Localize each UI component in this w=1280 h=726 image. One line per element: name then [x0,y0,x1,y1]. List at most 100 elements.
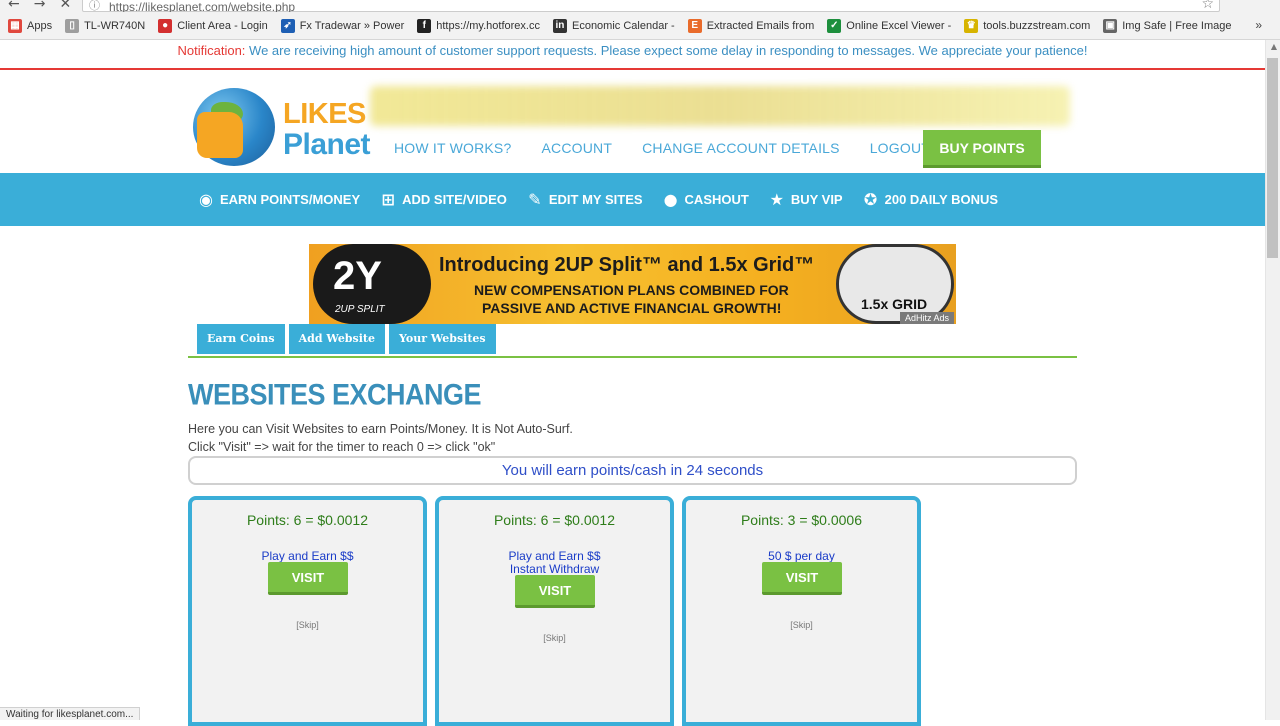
bookmark-label: TL-WR740N [84,19,146,32]
nav-item-label: EARN POINTS/MONEY [220,192,361,207]
address-bar[interactable]: ⓘ https://likesplanet.com/website.php [82,0,1220,14]
logo-planet-text: Planet [283,128,371,161]
nav-item-label: ADD SITE/VIDEO [402,192,507,207]
skip-link[interactable]: [Skip] [439,633,670,643]
bookmark-icon: in [552,18,567,33]
visit-button[interactable]: VISIT [268,562,348,595]
instructions-line-1: Here you can Visit Websites to earn Poin… [188,422,573,436]
bookmark-icon: E [687,18,702,33]
bookmark-item[interactable]: in Economic Calendar - [552,18,675,33]
adhitz-banner-ad[interactable]: 2Y 2UP SPLIT Introducing 2UP Split™ and … [309,244,956,324]
bookmark-icon: ▣ [1103,18,1118,33]
visit-button[interactable]: VISIT [515,575,595,608]
main-nav-bar: ◉ EARN POINTS/MONEY ⊞ ADD SITE/VIDEO ✎ EDIT M… [0,173,1265,226]
bookmark-label: Online Excel Viewer - [846,19,952,32]
tab-add-website[interactable]: Add Website [288,324,385,354]
browser-toolbar: ← → ✕ ⓘ https://likesplanet.com/website.ph… [0,0,1280,14]
bookmark-icon: ♛ [964,18,979,33]
bookmark-label: Client Area - Login [177,19,268,32]
tab-earn-coins[interactable]: Earn Coins [197,324,285,354]
grid-logo-text: 1.5x GRID [861,296,928,312]
tab-bar: Earn Coins Add Website Your Websites [197,324,500,354]
card-points: Points: 6 = $0.0012 [493,512,616,528]
back-arrow-icon[interactable]: ← [8,0,20,12]
banner-headline: Introducing 2UP Split™ and 1.5x Grid™ [439,254,815,276]
edit-icon: ✎ [528,190,542,209]
stop-loading-icon[interactable]: ✕ [59,0,71,12]
blurred-ad-banner [370,86,1070,126]
visit-button[interactable]: VISIT [762,562,842,595]
nav-item[interactable]: ● CASHOUT [661,190,749,210]
bookmark-item[interactable]: ● Client Area - Login [158,18,268,33]
bookmark-item[interactable]: ➶ Fx Tradewar » Power [280,18,405,33]
bookmark-icon: ▯ [65,18,80,33]
bookmark-item[interactable]: ▯ TL-WR740N [65,18,146,33]
bookmark-item[interactable]: f https://my.hotforex.cc [417,18,540,33]
website-card: Points: 6 = $0.0012 Play and Earn $$ VIS… [188,496,427,726]
tab-your-websites[interactable]: Your Websites [388,324,496,354]
nav-item[interactable]: ◉ EARN POINTS/MONEY [196,190,360,210]
piggy-bank-icon: ● [663,190,678,209]
banner-line-3: PASSIVE AND ACTIVE FINANCIAL GROWTH! [482,300,782,316]
bookmark-icon: ● [158,18,173,33]
likesplanet-logo[interactable]: LIKES Planet [193,88,375,168]
menu-account[interactable]: ACCOUNT [541,140,612,156]
website-card: Points: 6 = $0.0012 Play and Earn $$ Ins… [435,496,674,726]
bookmark-icon: ➶ [280,18,295,33]
scrollbar-thumb[interactable] [1267,58,1278,258]
nav-item-label: EDIT MY SITES [548,192,643,207]
bookmark-item[interactable]: E Extracted Emails from [687,18,815,33]
nav-item[interactable]: ✎ EDIT MY SITES [525,190,643,210]
nav-item[interactable]: ⊞ ADD SITE/VIDEO [378,190,507,210]
menu-logout[interactable]: LOGOUT [870,140,930,156]
medal-icon: ✪ [863,190,878,209]
skip-link[interactable]: [Skip] [192,620,423,630]
timer-message: You will earn points/cash in 24 seconds [188,456,1077,485]
skip-link[interactable]: [Skip] [686,620,917,630]
bookmark-item[interactable]: ▣ Img Safe | Free Image [1103,18,1232,33]
bookmark-item[interactable]: ▦ Apps [8,18,53,33]
notification-label: Notification: [177,43,246,58]
bookmark-label: tools.buzzstream.com [983,19,1091,32]
more-bookmarks-icon[interactable]: » [1255,18,1262,32]
browser-status-bar: Waiting for likesplanet.com... [0,707,141,720]
nav-buttons: ← → ✕ [8,0,85,12]
notification-message: We are receiving high amount of customer… [249,43,1088,58]
scroll-up-icon[interactable]: ▲ [1271,42,1277,51]
page-scrollbar[interactable]: ▲ [1265,40,1280,720]
nav-item-label: 200 DAILY BONUS [884,192,999,207]
instructions-line-2: Click "Visit" => wait for the timer to r… [188,440,496,454]
notification-bar: Notification: We are receiving high amou… [0,40,1265,70]
forward-arrow-icon[interactable]: → [34,0,46,12]
bookmark-label: Fx Tradewar » Power [299,19,405,32]
bookmark-icon: ✓ [827,18,842,33]
menu-how-it-works[interactable]: HOW IT WORKS? [394,140,511,156]
nav-item[interactable]: ★ BUY VIP [767,190,843,210]
bookmark-item[interactable]: ✓ Online Excel Viewer - [827,18,952,33]
coins-icon: ◉ [199,190,213,209]
2up-logo-subtext: 2UP SPLIT [335,304,385,315]
bookmark-label: Extracted Emails from [706,19,815,32]
nav-item[interactable]: ✪ 200 DAILY BONUS [861,190,998,210]
banner-line-2: NEW COMPENSATION PLANS COMBINED FOR [474,282,789,298]
top-menu: HOW IT WORKS? ACCOUNT CHANGE ACCOUNT DET… [394,140,960,156]
bookmark-label: https://my.hotforex.cc [436,19,540,32]
bookmarks-bar: ▦ Apps ▯ TL-WR740N ● Client Area - Login ➶ Fx T… [0,12,1280,40]
nav-item-label: BUY VIP [790,192,843,207]
thumbs-up-icon [197,112,243,158]
card-title[interactable]: Play and Earn $$ Instant Withdraw [439,550,670,576]
buy-points-button[interactable]: BUY POINTS [923,130,1041,168]
bookmark-star-icon[interactable]: ☆ [1201,0,1214,12]
ad-label[interactable]: AdHitz Ads [899,312,954,324]
menu-change-account-details[interactable]: CHANGE ACCOUNT DETAILS [642,140,840,156]
2up-logo-text: 2Y [333,254,382,298]
page-title: WEBSITES EXCHANGE [188,378,482,411]
logo-likes-text: LIKES [283,98,366,130]
bookmark-label: Apps [27,19,53,32]
bookmark-icon: f [417,18,432,33]
bookmark-item[interactable]: ♛ tools.buzzstream.com [964,18,1091,33]
bookmark-label: Img Safe | Free Image [1122,19,1232,32]
add-icon: ⊞ [381,190,395,209]
star-icon: ★ [769,190,784,209]
card-points: Points: 6 = $0.0012 [246,512,369,528]
